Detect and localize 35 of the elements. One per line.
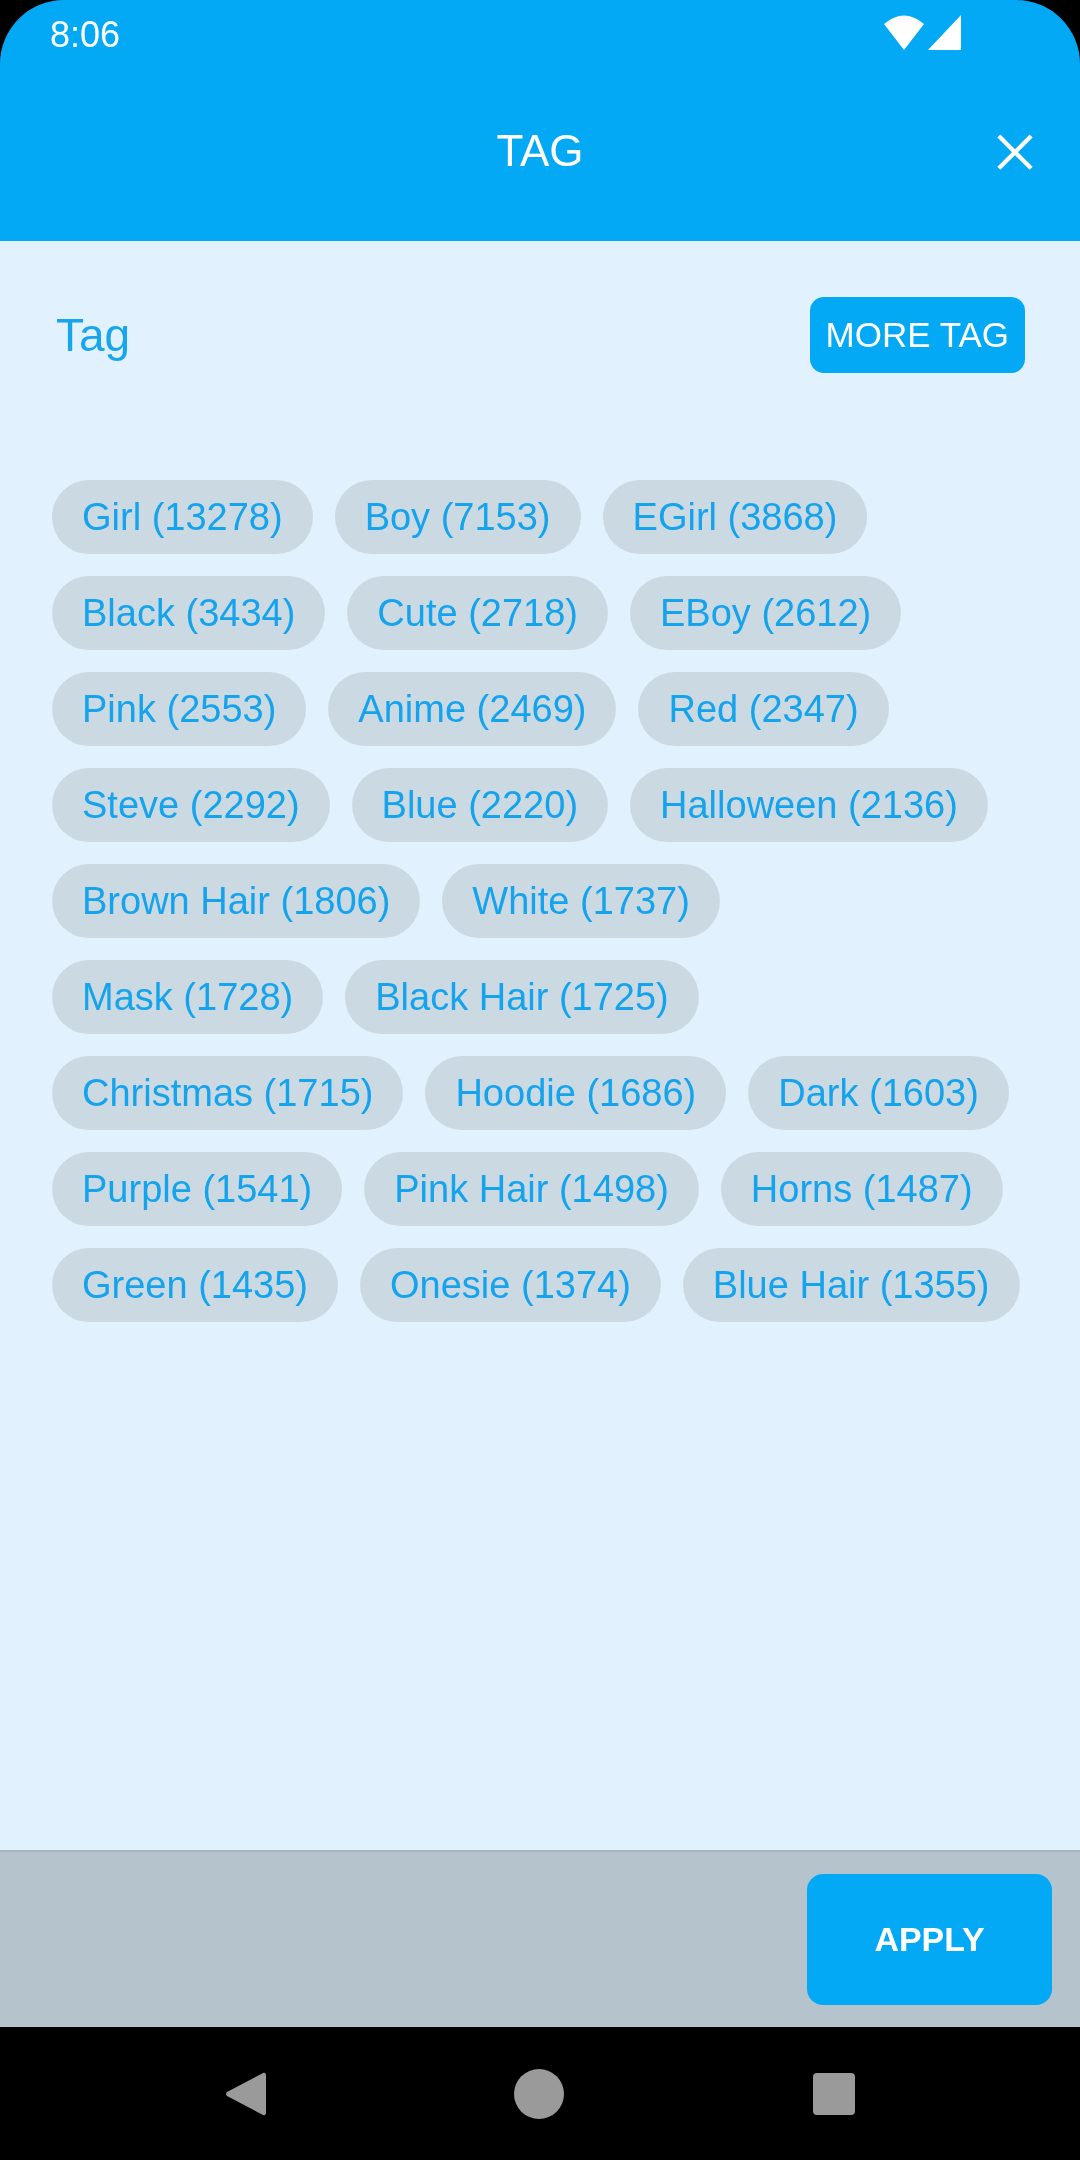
signal-icon	[928, 14, 961, 50]
status-time: 8:06	[50, 17, 121, 53]
tag-chip[interactable]: Mask (1728)	[52, 960, 324, 1034]
tag-chip[interactable]: Cute (2718)	[347, 576, 608, 650]
close-button[interactable]	[996, 132, 1034, 171]
back-icon[interactable]	[225, 2070, 266, 2117]
more-tag-button[interactable]: MORE TAG	[809, 297, 1025, 373]
wifi-icon	[884, 14, 924, 50]
apply-button[interactable]: APPLY	[807, 1874, 1052, 2005]
tag-chip[interactable]: Pink Hair (1498)	[364, 1152, 699, 1226]
home-icon[interactable]	[514, 2068, 564, 2119]
tag-chip[interactable]: EBoy (2612)	[630, 576, 902, 650]
tag-chip[interactable]: Halloween (2136)	[630, 768, 988, 842]
dialog-title: TAG	[496, 128, 584, 173]
recents-icon[interactable]	[813, 2072, 855, 2115]
tag-chip[interactable]: Blue Hair (1355)	[682, 1248, 1020, 1322]
tag-chip[interactable]: Hoodie (1686)	[425, 1056, 727, 1130]
tag-chip[interactable]: White (1737)	[442, 864, 720, 938]
tag-chip[interactable]: Boy (7153)	[334, 480, 581, 554]
tag-chip[interactable]: Dark (1603)	[748, 1056, 1009, 1130]
tag-chip[interactable]: Anime (2469)	[328, 672, 617, 746]
tag-chip[interactable]: Onesie (1374)	[360, 1248, 661, 1322]
tag-chip[interactable]: EGirl (3868)	[602, 480, 868, 554]
tag-chip[interactable]: Christmas (1715)	[52, 1056, 404, 1130]
tag-chip[interactable]: Horns (1487)	[720, 1152, 1003, 1226]
tag-chip[interactable]: Pink (2553)	[52, 672, 307, 746]
tag-chip[interactable]: Black (3434)	[52, 576, 326, 650]
tag-chip[interactable]: Blue (2220)	[351, 768, 609, 842]
tag-chip[interactable]: Red (2347)	[638, 672, 889, 746]
tag-chip[interactable]: Brown Hair (1806)	[52, 864, 421, 938]
tag-chip[interactable]: Green (1435)	[52, 1248, 338, 1322]
tag-chip[interactable]: Purple (1541)	[52, 1152, 343, 1226]
tag-chip[interactable]: Girl (13278)	[52, 480, 313, 554]
tag-chip[interactable]: Steve (2292)	[52, 768, 330, 842]
tag-chip[interactable]: Black Hair (1725)	[345, 960, 699, 1034]
